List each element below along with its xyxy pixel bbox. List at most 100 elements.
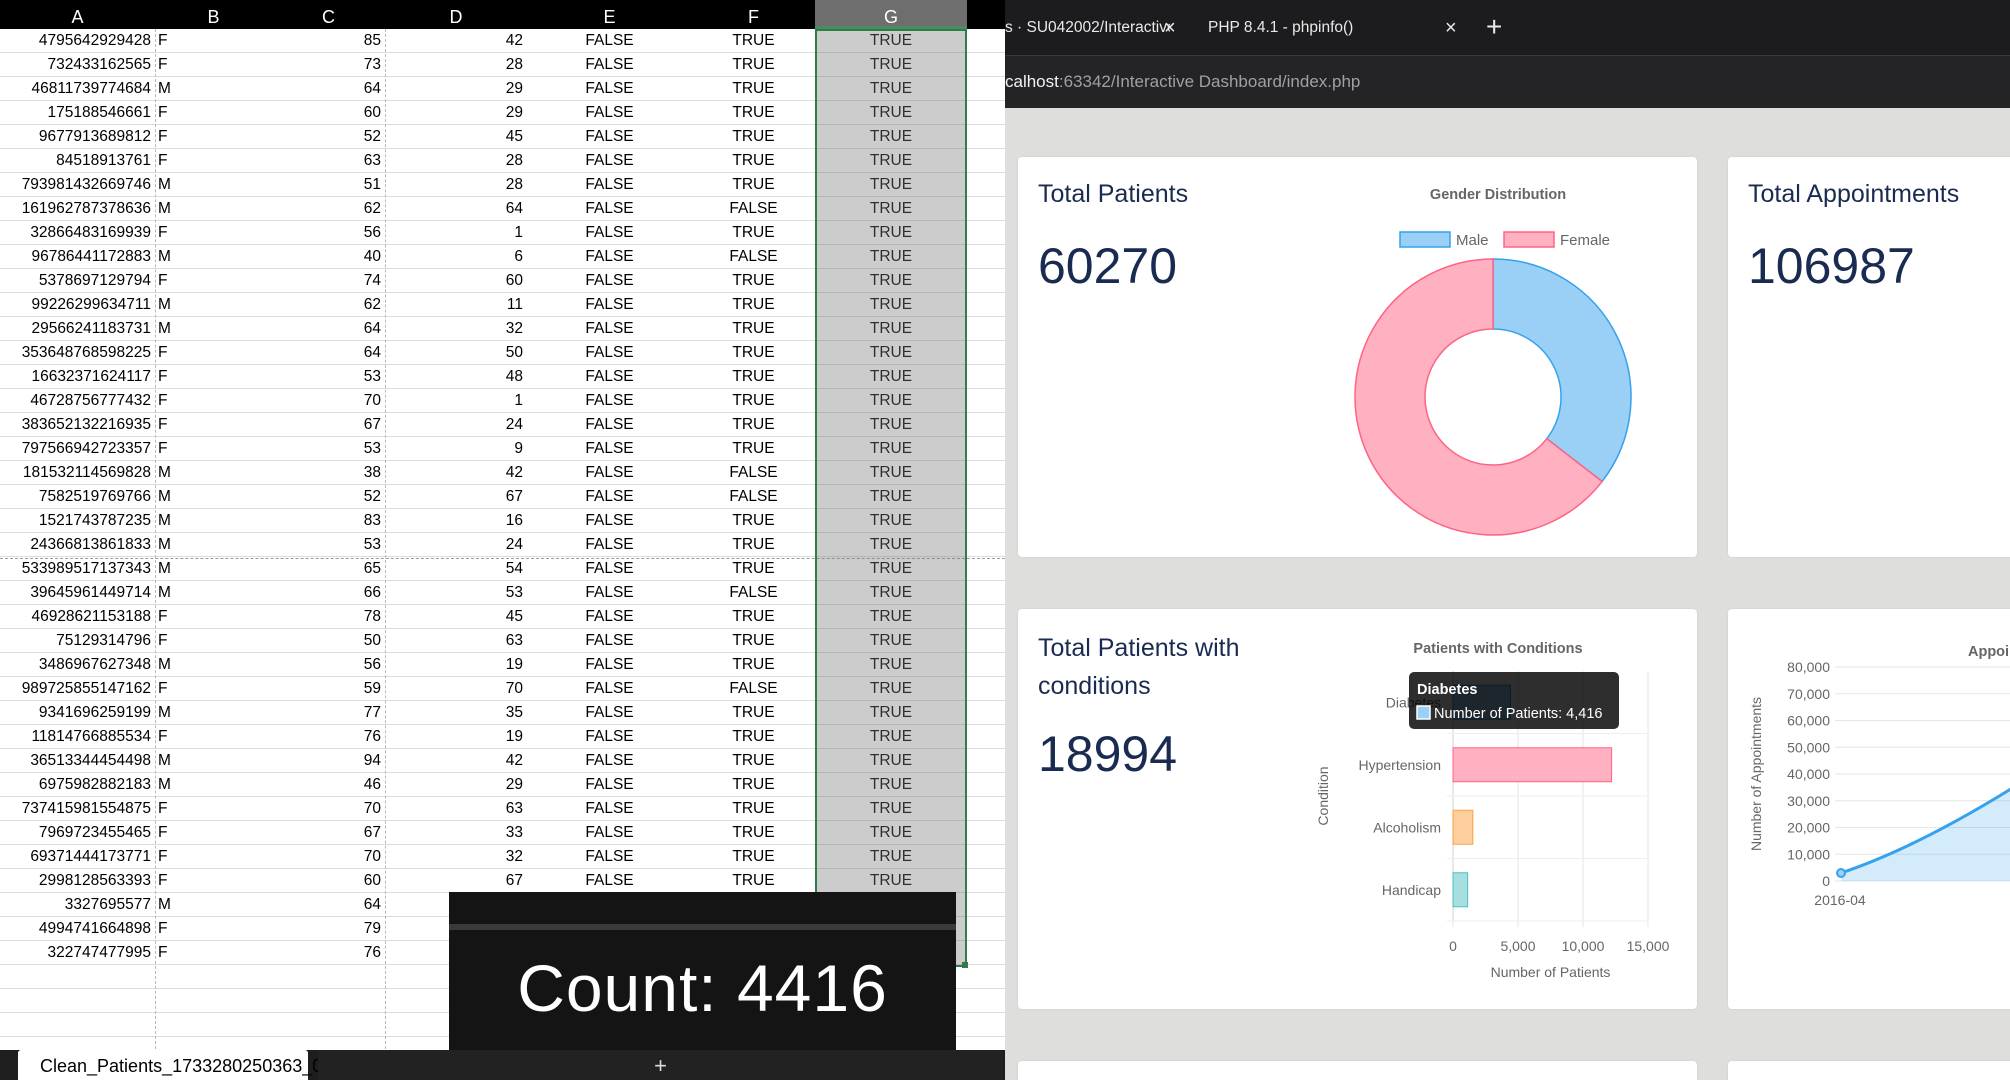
cell-d[interactable]: 42 bbox=[385, 29, 527, 53]
cell-g[interactable]: TRUE bbox=[815, 29, 967, 53]
cell-c[interactable]: 56 bbox=[272, 221, 385, 245]
cell-f[interactable]: TRUE bbox=[692, 29, 815, 53]
close-tab-icon[interactable]: × bbox=[1445, 8, 1457, 48]
cell-g[interactable]: TRUE bbox=[815, 269, 967, 293]
cell-c[interactable]: 83 bbox=[272, 509, 385, 533]
cell-c[interactable]: 76 bbox=[272, 941, 385, 965]
cell-a[interactable]: 2998128563393 bbox=[0, 869, 155, 893]
cell-b[interactable]: M bbox=[155, 173, 272, 197]
cell-c[interactable]: 70 bbox=[272, 845, 385, 869]
cell-f[interactable]: TRUE bbox=[692, 725, 815, 749]
cell-g[interactable]: TRUE bbox=[815, 317, 967, 341]
cell-c[interactable]: 56 bbox=[272, 653, 385, 677]
cell-e[interactable]: FALSE bbox=[527, 341, 692, 365]
cell-g[interactable]: TRUE bbox=[815, 797, 967, 821]
cell-b[interactable]: F bbox=[155, 725, 272, 749]
cell-d[interactable]: 16 bbox=[385, 509, 527, 533]
cell-e[interactable]: FALSE bbox=[527, 821, 692, 845]
cell-g[interactable]: TRUE bbox=[815, 509, 967, 533]
cell-e[interactable]: FALSE bbox=[527, 221, 692, 245]
cell-c[interactable]: 67 bbox=[272, 413, 385, 437]
cell-b[interactable]: M bbox=[155, 197, 272, 221]
cell-d[interactable]: 50 bbox=[385, 341, 527, 365]
cell-d[interactable]: 24 bbox=[385, 533, 527, 557]
cell-d[interactable]: 19 bbox=[385, 725, 527, 749]
cell-f[interactable]: TRUE bbox=[692, 533, 815, 557]
cell-e[interactable]: FALSE bbox=[527, 365, 692, 389]
cell-g[interactable]: TRUE bbox=[815, 533, 967, 557]
fill-handle[interactable] bbox=[962, 962, 968, 968]
cell-g[interactable]: TRUE bbox=[815, 725, 967, 749]
cell-c[interactable]: 52 bbox=[272, 125, 385, 149]
cell-f[interactable]: TRUE bbox=[692, 869, 815, 893]
cell-g[interactable]: TRUE bbox=[815, 677, 967, 701]
cell-e[interactable]: FALSE bbox=[527, 125, 692, 149]
cell-g[interactable]: TRUE bbox=[815, 53, 967, 77]
cell-a[interactable]: 732433162565 bbox=[0, 53, 155, 77]
cell-e[interactable]: FALSE bbox=[527, 509, 692, 533]
cell-c[interactable]: 64 bbox=[272, 893, 385, 917]
cell-d[interactable]: 53 bbox=[385, 581, 527, 605]
cell-g[interactable]: TRUE bbox=[815, 245, 967, 269]
cell-f[interactable]: FALSE bbox=[692, 461, 815, 485]
cell-c[interactable]: 77 bbox=[272, 701, 385, 725]
cell-a[interactable]: 737415981554875 bbox=[0, 797, 155, 821]
cell-f[interactable]: TRUE bbox=[692, 101, 815, 125]
cell-e[interactable]: FALSE bbox=[527, 53, 692, 77]
cell-d[interactable]: 29 bbox=[385, 773, 527, 797]
cell-b[interactable]: F bbox=[155, 797, 272, 821]
cell-g[interactable]: TRUE bbox=[815, 293, 967, 317]
cell-b[interactable]: F bbox=[155, 101, 272, 125]
cell-a[interactable]: 989725855147162 bbox=[0, 677, 155, 701]
cell-e[interactable]: FALSE bbox=[527, 245, 692, 269]
cell-e[interactable]: FALSE bbox=[527, 485, 692, 509]
cell-f[interactable]: TRUE bbox=[692, 701, 815, 725]
cell-c[interactable]: 53 bbox=[272, 365, 385, 389]
cell-g[interactable]: TRUE bbox=[815, 461, 967, 485]
cell-b[interactable]: M bbox=[155, 893, 272, 917]
cell-b[interactable]: F bbox=[155, 365, 272, 389]
cell-c[interactable]: 85 bbox=[272, 29, 385, 53]
cell-f[interactable]: TRUE bbox=[692, 125, 815, 149]
cell-c[interactable]: 76 bbox=[272, 725, 385, 749]
cell-g[interactable]: TRUE bbox=[815, 557, 967, 581]
cell-c[interactable]: 66 bbox=[272, 581, 385, 605]
cell-d[interactable]: 29 bbox=[385, 77, 527, 101]
cell-f[interactable]: FALSE bbox=[692, 581, 815, 605]
cell-a[interactable]: 161962787378636 bbox=[0, 197, 155, 221]
cell-g[interactable]: TRUE bbox=[815, 173, 967, 197]
cell-f[interactable]: TRUE bbox=[692, 605, 815, 629]
cell-g[interactable]: TRUE bbox=[815, 413, 967, 437]
cell-c[interactable]: 38 bbox=[272, 461, 385, 485]
cell-d[interactable]: 42 bbox=[385, 749, 527, 773]
cell-f[interactable]: TRUE bbox=[692, 749, 815, 773]
cell-d[interactable]: 19 bbox=[385, 653, 527, 677]
cell-f[interactable]: TRUE bbox=[692, 341, 815, 365]
cell-f[interactable]: TRUE bbox=[692, 317, 815, 341]
cell-e[interactable]: FALSE bbox=[527, 389, 692, 413]
cell-c[interactable]: 94 bbox=[272, 749, 385, 773]
cell-g[interactable]: TRUE bbox=[815, 845, 967, 869]
cell-e[interactable]: FALSE bbox=[527, 869, 692, 893]
cell-g[interactable]: TRUE bbox=[815, 749, 967, 773]
cell-e[interactable]: FALSE bbox=[527, 533, 692, 557]
cell-b[interactable]: F bbox=[155, 413, 272, 437]
cell-a[interactable]: 24366813861833 bbox=[0, 533, 155, 557]
cell-a[interactable]: 75129314796 bbox=[0, 629, 155, 653]
cell-f[interactable]: FALSE bbox=[692, 197, 815, 221]
cell-f[interactable]: TRUE bbox=[692, 629, 815, 653]
cell-e[interactable]: FALSE bbox=[527, 773, 692, 797]
close-tab-icon[interactable]: × bbox=[1164, 8, 1176, 48]
cell-d[interactable]: 42 bbox=[385, 461, 527, 485]
sheet-tab-active[interactable]: Clean_Patients_1733280250363_0 bbox=[18, 1050, 322, 1080]
column-header-a[interactable]: A bbox=[0, 0, 155, 29]
cell-d[interactable]: 60 bbox=[385, 269, 527, 293]
cell-a[interactable]: 69371444173771 bbox=[0, 845, 155, 869]
cell-a[interactable]: 3327695577 bbox=[0, 893, 155, 917]
cell-b[interactable]: M bbox=[155, 509, 272, 533]
cell-g[interactable]: TRUE bbox=[815, 101, 967, 125]
cell-b[interactable]: M bbox=[155, 485, 272, 509]
cell-f[interactable]: FALSE bbox=[692, 245, 815, 269]
column-header-b[interactable]: B bbox=[155, 0, 272, 29]
cell-g[interactable]: TRUE bbox=[815, 389, 967, 413]
